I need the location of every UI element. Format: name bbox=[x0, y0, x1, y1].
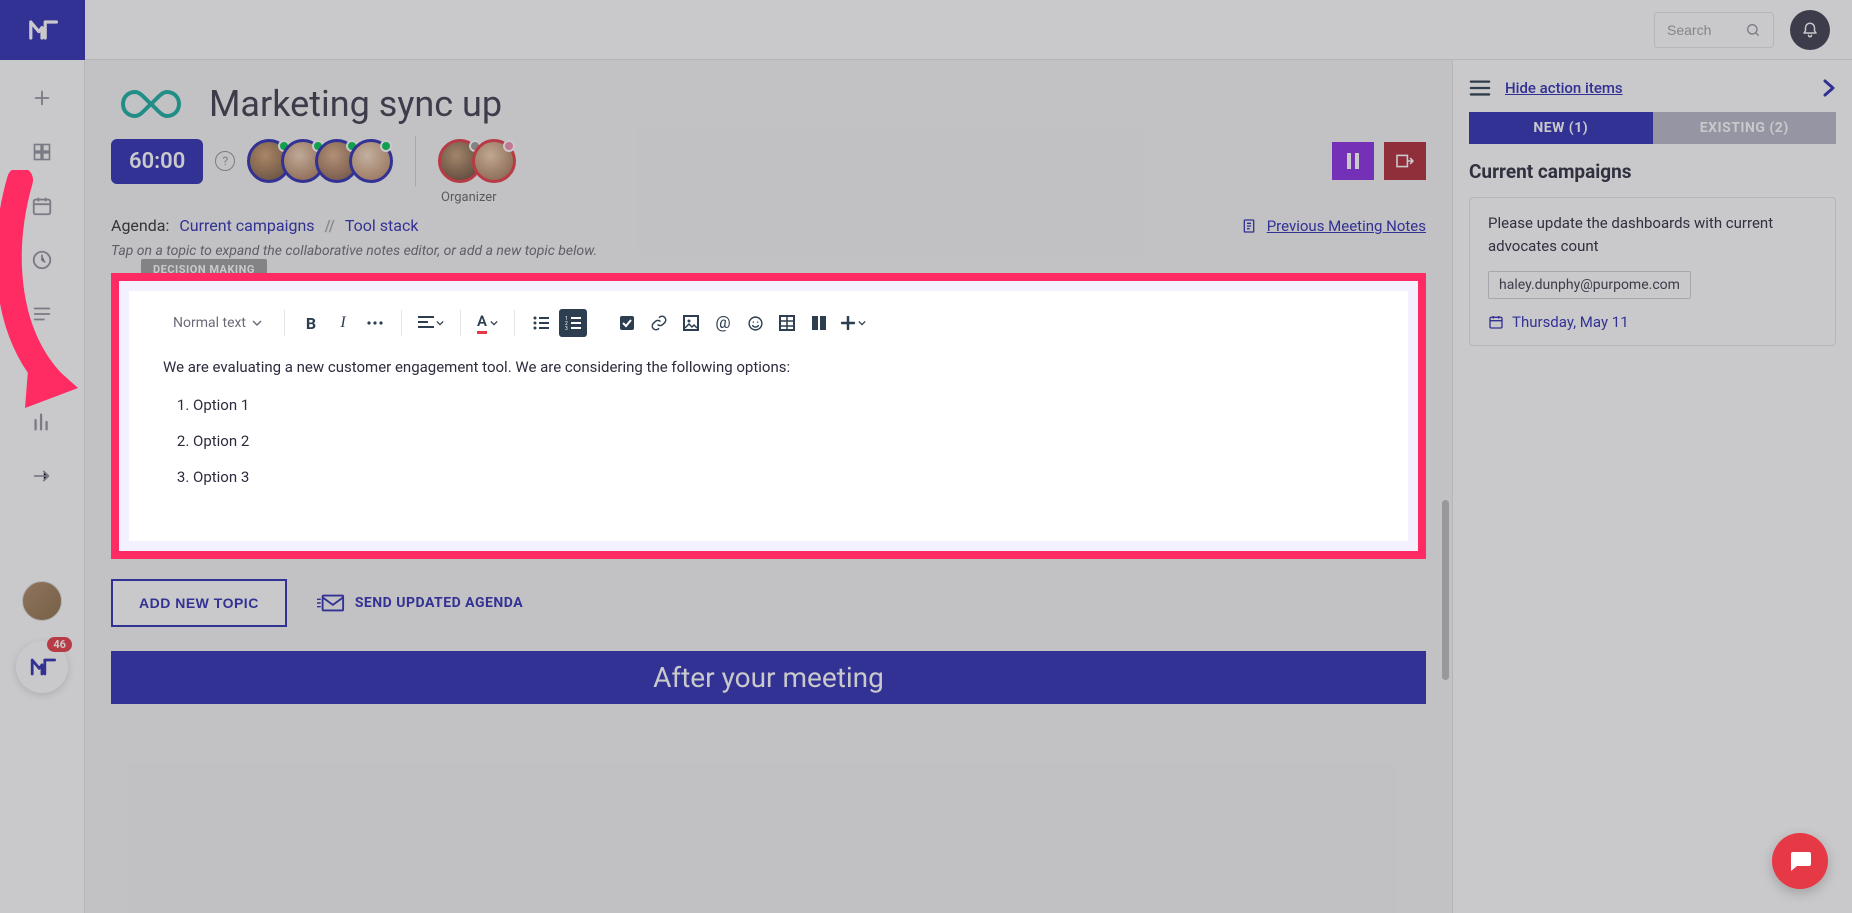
mail-icon bbox=[317, 593, 345, 613]
arrow-right-icon[interactable] bbox=[30, 464, 54, 488]
scrollbar[interactable] bbox=[1442, 500, 1449, 680]
panel-subtitle: Current campaigns bbox=[1469, 160, 1836, 183]
notification-count: 46 bbox=[47, 637, 72, 652]
mention-button[interactable]: @ bbox=[709, 309, 737, 337]
send-agenda-button[interactable]: SEND UPDATED AGENDA bbox=[317, 593, 523, 613]
notes-icon bbox=[1241, 217, 1257, 235]
sidebar: 46 bbox=[0, 0, 85, 913]
previous-notes-link[interactable]: Previous Meeting Notes bbox=[1241, 217, 1426, 235]
calendar-icon bbox=[1488, 314, 1504, 330]
list-item: Option 3 bbox=[193, 465, 1374, 489]
menu-icon[interactable] bbox=[1469, 79, 1491, 97]
editor-paragraph: We are evaluating a new customer engagem… bbox=[163, 355, 1374, 379]
tab-existing[interactable]: EXISTING (2) bbox=[1653, 112, 1837, 144]
user-avatar[interactable] bbox=[22, 581, 62, 621]
main-content: Marketing sync up 60:00 ? Organizer bbox=[85, 60, 1452, 913]
more-format-button[interactable] bbox=[361, 309, 389, 337]
send-agenda-label: SEND UPDATED AGENDA bbox=[355, 595, 523, 611]
attendee-avatars bbox=[247, 139, 393, 183]
bullet-list-button[interactable] bbox=[527, 309, 555, 337]
agenda-separator: // bbox=[325, 216, 335, 235]
add-icon[interactable] bbox=[30, 86, 54, 110]
text-style-dropdown[interactable]: Normal text bbox=[163, 315, 272, 331]
search-box[interactable] bbox=[1654, 12, 1774, 48]
due-date[interactable]: Thursday, May 11 bbox=[1488, 313, 1817, 331]
columns-button[interactable] bbox=[805, 309, 833, 337]
previous-notes-label: Previous Meeting Notes bbox=[1267, 217, 1426, 235]
tab-new[interactable]: NEW (1) bbox=[1469, 112, 1653, 144]
help-icon[interactable]: ? bbox=[215, 151, 235, 171]
svg-text:3: 3 bbox=[565, 326, 568, 330]
chevron-right-icon[interactable] bbox=[1822, 78, 1836, 98]
agenda-item-link[interactable]: Current campaigns bbox=[179, 216, 314, 235]
add-topic-button[interactable]: ADD NEW TOPIC bbox=[111, 579, 287, 627]
recurring-icon bbox=[111, 80, 191, 128]
search-input[interactable] bbox=[1667, 22, 1745, 38]
screen-icon[interactable] bbox=[30, 356, 54, 380]
editor-body[interactable]: We are evaluating a new customer engagem… bbox=[163, 355, 1374, 489]
app-logo[interactable] bbox=[0, 0, 85, 60]
emoji-button[interactable] bbox=[741, 309, 769, 337]
separator bbox=[415, 136, 416, 186]
action-items-panel: Hide action items NEW (1) EXISTING (2) C… bbox=[1452, 60, 1852, 913]
organizer-label: Organizer bbox=[441, 190, 497, 205]
list-item: Option 2 bbox=[193, 429, 1374, 453]
dashboard-icon[interactable] bbox=[30, 140, 54, 164]
insert-button[interactable] bbox=[837, 309, 870, 337]
hide-action-items-link[interactable]: Hide action items bbox=[1505, 79, 1623, 97]
topbar bbox=[85, 0, 1852, 60]
chat-button[interactable] bbox=[1772, 833, 1828, 889]
pause-button[interactable] bbox=[1332, 142, 1374, 180]
checkbox-button[interactable] bbox=[613, 309, 641, 337]
assignee-email[interactable]: haley.dunphy@purpome.com bbox=[1488, 271, 1691, 299]
editor-toolbar: Normal text B I A 123 @ bbox=[163, 291, 1374, 355]
end-meeting-button[interactable] bbox=[1384, 142, 1426, 180]
align-button[interactable] bbox=[414, 309, 448, 337]
after-meeting-bar[interactable]: After your meeting bbox=[111, 651, 1426, 704]
notifications-button[interactable] bbox=[1790, 10, 1830, 50]
text-color-button[interactable]: A bbox=[473, 309, 502, 337]
bold-button[interactable]: B bbox=[297, 309, 325, 337]
clock-icon[interactable] bbox=[30, 248, 54, 272]
tip-text: Tap on a topic to expand the collaborati… bbox=[111, 243, 1426, 259]
action-item-text: Please update the dashboards with curren… bbox=[1488, 212, 1817, 257]
numbered-list-button[interactable]: 123 bbox=[559, 309, 587, 337]
image-button[interactable] bbox=[677, 309, 705, 337]
due-date-label: Thursday, May 11 bbox=[1512, 313, 1629, 331]
meeting-title: Marketing sync up bbox=[209, 83, 502, 125]
editor-card: Normal text B I A 123 @ bbox=[129, 291, 1408, 541]
app-badge[interactable]: 46 bbox=[16, 641, 68, 693]
action-item-card[interactable]: Please update the dashboards with curren… bbox=[1469, 197, 1836, 346]
link-button[interactable] bbox=[645, 309, 673, 337]
table-button[interactable] bbox=[773, 309, 801, 337]
editor-highlight: Normal text B I A 123 @ bbox=[111, 273, 1426, 559]
italic-button[interactable]: I bbox=[329, 309, 357, 337]
chart-icon[interactable] bbox=[30, 410, 54, 434]
agenda-item-link[interactable]: Tool stack bbox=[345, 216, 419, 235]
calendar-icon[interactable] bbox=[30, 194, 54, 218]
meeting-timer[interactable]: 60:00 bbox=[111, 139, 203, 184]
agenda-label: Agenda: bbox=[111, 216, 169, 235]
avatar-organizer[interactable] bbox=[349, 139, 393, 183]
list-item: Option 1 bbox=[193, 393, 1374, 417]
attendee-avatars-secondary bbox=[438, 139, 516, 183]
list-icon[interactable] bbox=[30, 302, 54, 326]
search-icon bbox=[1745, 22, 1761, 38]
avatar[interactable] bbox=[472, 139, 516, 183]
